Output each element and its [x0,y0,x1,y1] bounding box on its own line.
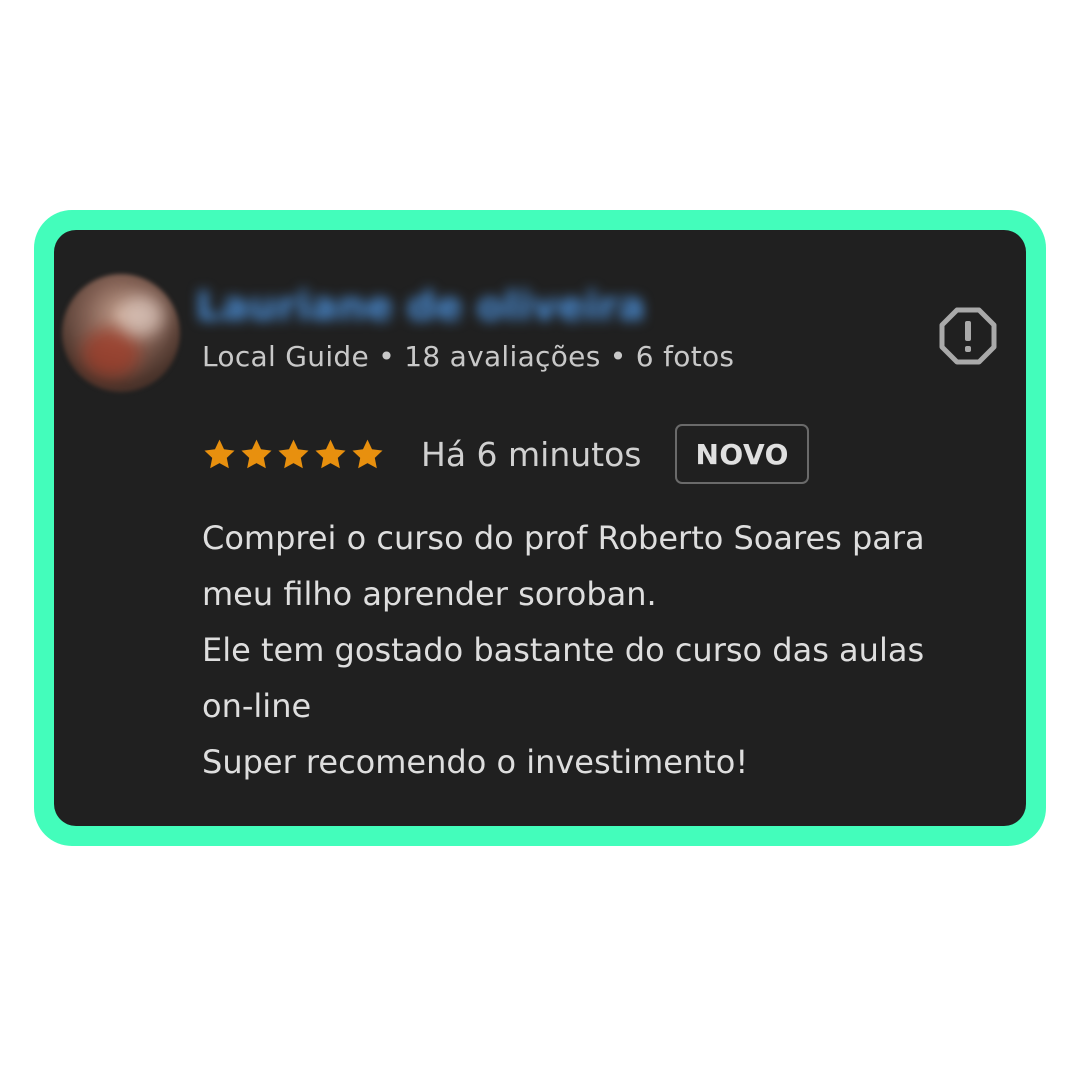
author-meta: Local Guide • 18 avaliações • 6 fotos [202,340,735,373]
star-icon [315,439,346,468]
review-card: Lauriane de oliveira Local Guide • 18 av… [54,230,1026,826]
star-icon [278,439,309,468]
review-text-line: on-line [202,687,312,725]
star-icon [204,439,235,468]
author-name[interactable]: Lauriane de oliveira [196,284,645,330]
report-octagon-icon[interactable] [938,306,998,366]
review-text-line: Comprei o curso do prof Roberto Soares p… [202,519,925,557]
review-text-line: Super recomendo o investimento! [202,743,749,781]
review-time: Há 6 minutos [421,434,642,474]
review-text-line: meu filho aprender soroban. [202,575,657,613]
highlight-frame: Lauriane de oliveira Local Guide • 18 av… [34,210,1046,846]
star-icon [241,439,272,468]
avatar[interactable] [62,274,180,392]
star-icon [352,439,383,468]
review-text-line: Ele tem gostado bastante do curso das au… [202,631,925,669]
avatar-blur-detail [120,296,164,336]
rating-row: Há 6 minutos NOVO [202,422,809,486]
review-text: Comprei o curso do prof Roberto Soares p… [202,510,1002,790]
star-rating [202,437,385,472]
avatar-blur-detail [82,328,140,378]
new-badge: NOVO [675,424,809,484]
